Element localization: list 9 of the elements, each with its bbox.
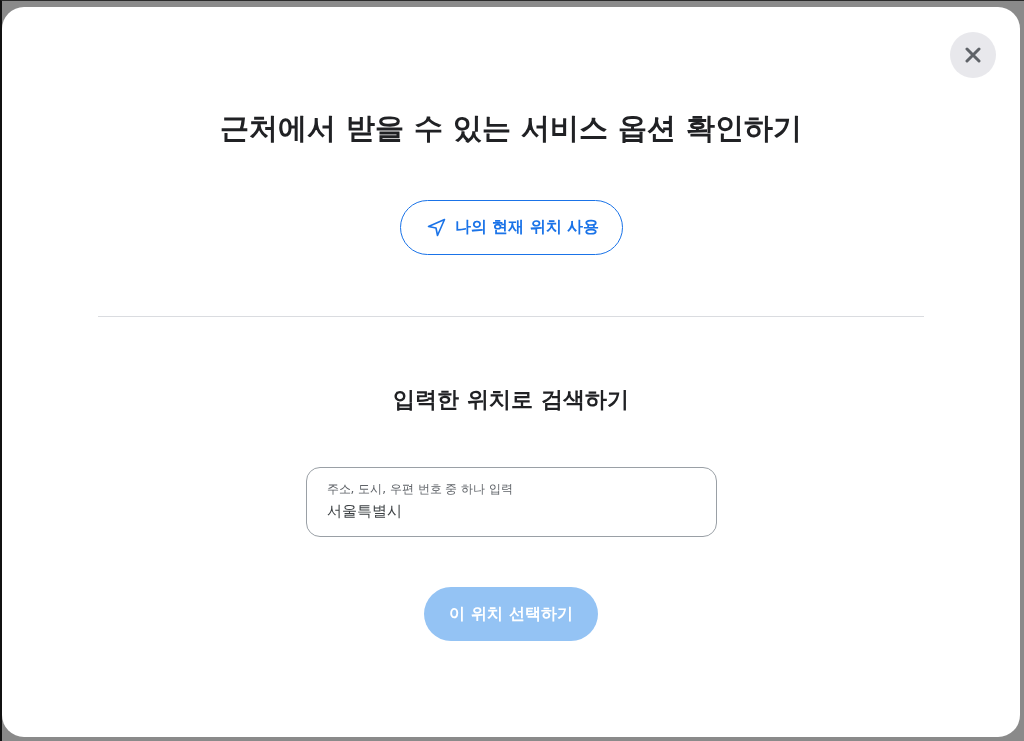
dialog-title: 근처에서 받을 수 있는 서비스 옵션 확인하기 [219,110,803,147]
current-location-button[interactable]: 나의 현재 위치 사용 [399,200,623,255]
section-heading: 입력한 위치로 검색하기 [393,386,629,414]
address-input[interactable]: 서울특별시 [326,500,696,522]
close-icon [965,47,981,63]
navigation-icon [426,218,446,237]
field-label: 주소, 도시, 우편 번호 중 하나 입력 [326,482,513,497]
close-button[interactable] [950,32,996,78]
address-field[interactable]: 주소, 도시, 우편 번호 중 하나 입력 서울특별시 [305,467,717,537]
